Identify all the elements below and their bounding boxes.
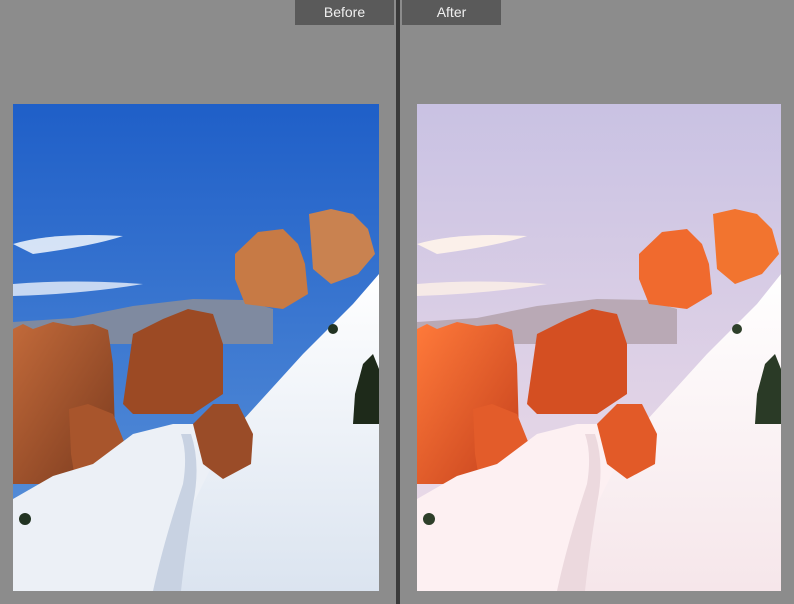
before-tab[interactable]: Before — [295, 0, 394, 25]
after-photo — [417, 104, 781, 591]
split-divider[interactable] — [396, 0, 400, 604]
before-photo — [13, 104, 379, 591]
after-tab[interactable]: After — [402, 0, 501, 25]
